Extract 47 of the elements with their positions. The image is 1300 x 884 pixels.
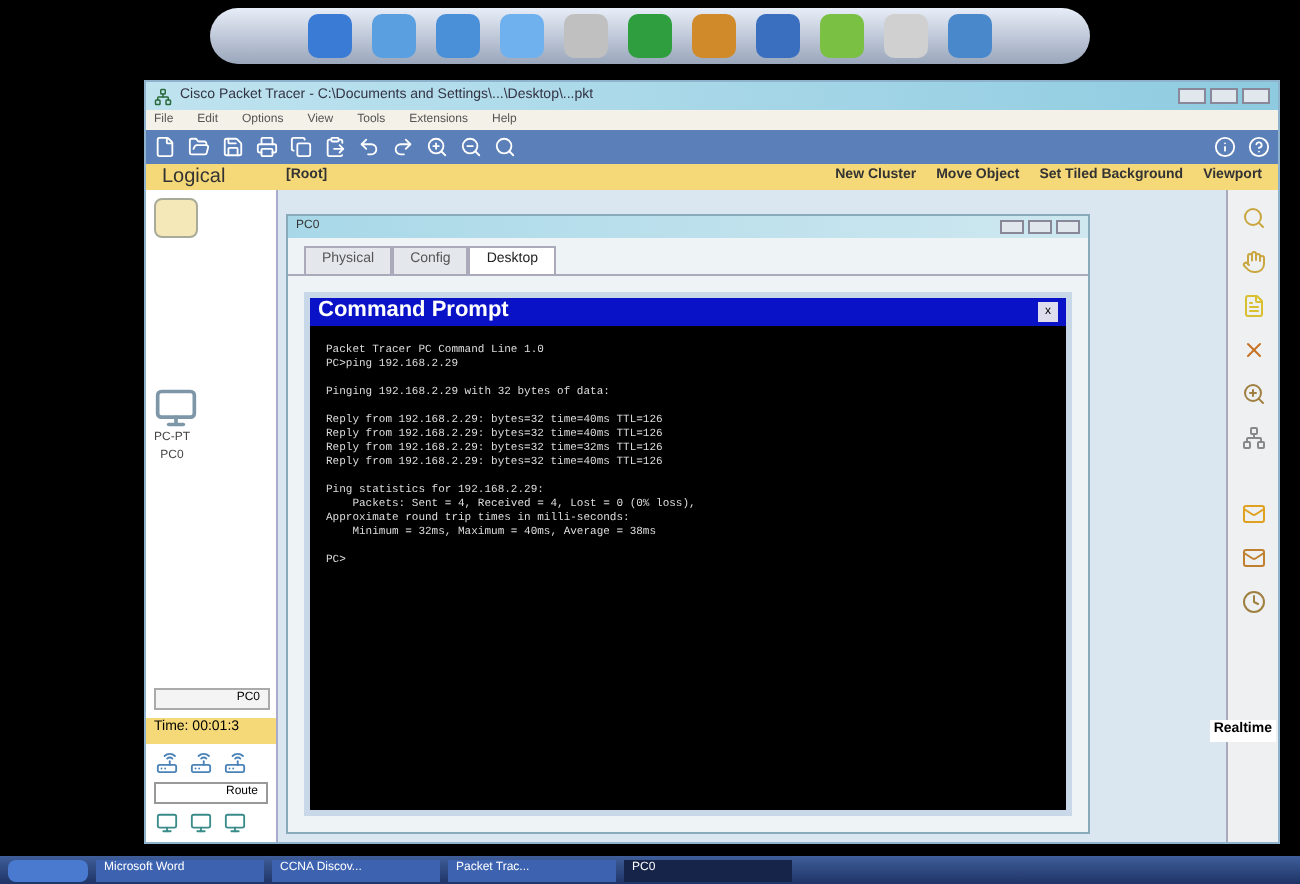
pc-icon[interactable]	[154, 386, 198, 430]
dock-app-icon[interactable]	[948, 14, 992, 58]
note-icon[interactable]	[1241, 294, 1265, 318]
clock-icon[interactable]	[1241, 590, 1265, 614]
redo-icon[interactable]	[392, 136, 414, 158]
zoom-out-icon[interactable]	[460, 136, 482, 158]
inspect-icon[interactable]	[1241, 206, 1265, 230]
command-prompt-title: Command Prompt	[318, 296, 509, 327]
complex-pdu-icon[interactable]	[1239, 546, 1267, 570]
device-type-icon[interactable]	[222, 752, 248, 774]
window-control-button[interactable]	[1210, 88, 1238, 104]
window-control-button[interactable]	[1178, 88, 1206, 104]
folder-icon[interactable]	[188, 136, 210, 158]
app-logo-icon	[154, 87, 172, 105]
dock-app-icon[interactable]	[308, 14, 352, 58]
undo-icon[interactable]	[358, 136, 380, 158]
help-icon[interactable]	[1248, 136, 1270, 158]
window-control-button[interactable]	[1242, 88, 1270, 104]
save-icon[interactable]	[222, 136, 244, 158]
paste-icon[interactable]	[324, 136, 346, 158]
dock-app-icon[interactable]	[372, 14, 416, 58]
device-model-icon[interactable]	[188, 812, 214, 834]
dock-app-icon[interactable]	[692, 14, 736, 58]
device-model-icon[interactable]	[222, 812, 248, 834]
start-button[interactable]	[8, 859, 88, 881]
window-control-button[interactable]	[1056, 220, 1080, 234]
logical-mode-label[interactable]: Logical	[162, 162, 286, 192]
dock-app-icon[interactable]	[628, 14, 672, 58]
window-control-button[interactable]	[1028, 220, 1052, 234]
device-model-icon[interactable]	[154, 812, 180, 834]
simple-pdu-icon[interactable]	[1239, 502, 1267, 526]
dock-app-icon[interactable]	[436, 14, 480, 58]
info-icon[interactable]	[1214, 136, 1236, 158]
zoom-in-icon[interactable]	[426, 136, 448, 158]
device-type-icon[interactable]	[188, 752, 214, 774]
printer-icon[interactable]	[256, 136, 278, 158]
device-type-icon[interactable]	[154, 752, 180, 774]
dock-app-icon[interactable]	[756, 14, 800, 58]
delete-icon[interactable]	[1241, 338, 1265, 362]
search-icon[interactable]	[494, 136, 516, 158]
new-file-icon[interactable]	[154, 136, 176, 158]
magnifier-icon[interactable]	[1241, 382, 1265, 406]
dock-app-icon[interactable]	[500, 14, 544, 58]
hand-icon[interactable]	[1241, 250, 1265, 274]
window-control-button[interactable]	[1000, 220, 1024, 234]
logical-view-icon[interactable]	[154, 198, 198, 238]
copy-icon[interactable]	[290, 136, 312, 158]
